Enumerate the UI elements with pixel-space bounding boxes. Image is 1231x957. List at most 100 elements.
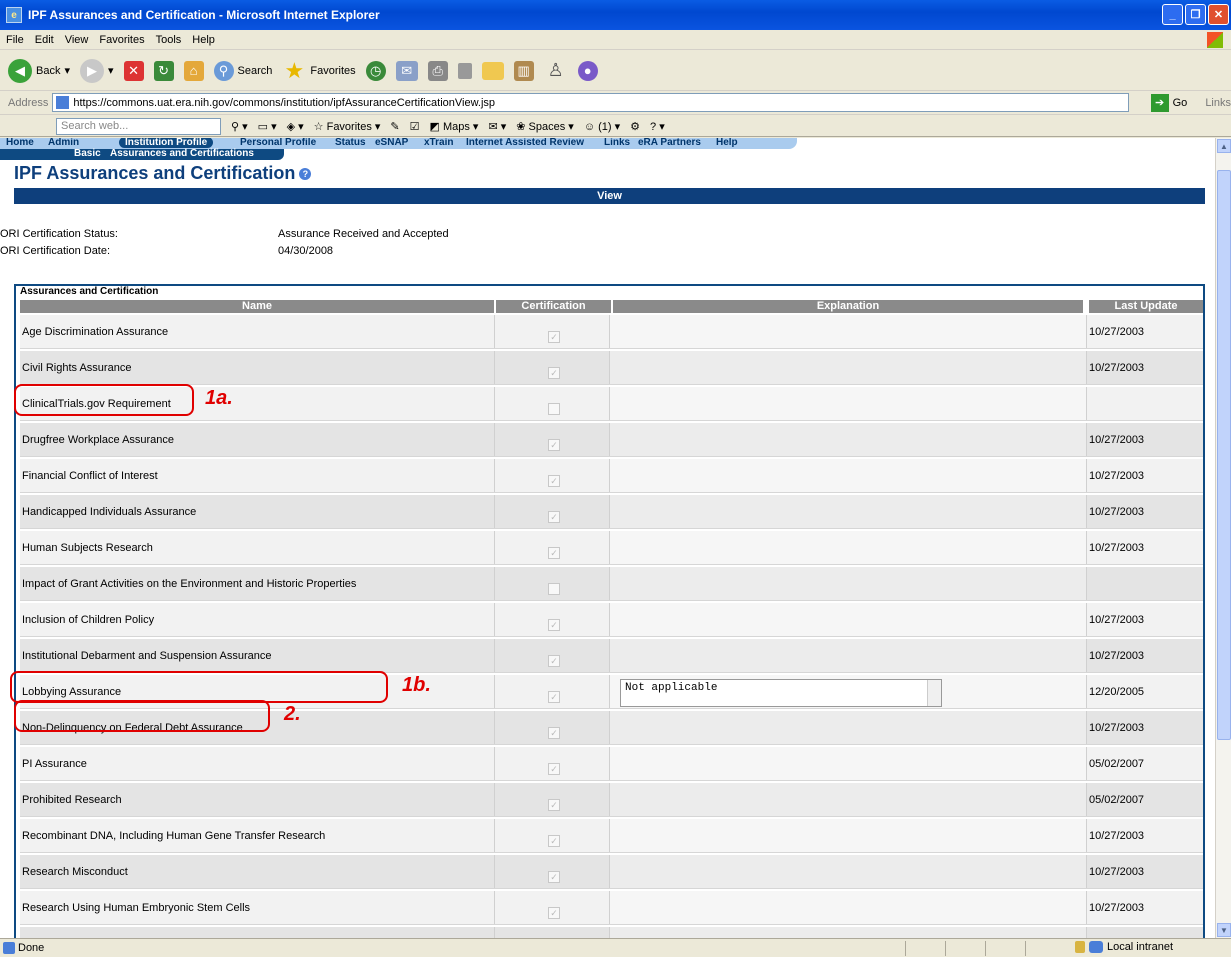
checked-checkbox-icon[interactable]: ✓ xyxy=(548,655,560,667)
checked-checkbox-icon[interactable]: ✓ xyxy=(548,475,560,487)
go-button[interactable]: ➔ Go xyxy=(1150,93,1187,112)
row-explanation-cell xyxy=(609,639,1087,672)
subnav-assurances[interactable]: Assurances and Certifications xyxy=(110,148,254,159)
address-input[interactable]: https://commons.uat.era.nih.gov/commons/… xyxy=(52,93,1129,112)
checked-checkbox-icon[interactable]: ✓ xyxy=(548,331,560,343)
favorites-button[interactable]: ★ Favorites xyxy=(282,57,356,83)
row-last-update: 10/27/2003 xyxy=(1089,326,1145,338)
nav-home[interactable]: Home xyxy=(6,138,34,148)
nav-internet-assisted-review[interactable]: Internet Assisted Review xyxy=(466,138,584,148)
checked-checkbox-icon[interactable]: ✓ xyxy=(548,763,560,775)
settings-icon[interactable]: ⚙ xyxy=(630,120,640,133)
mail-dropdown-icon[interactable]: ✉ ▾ xyxy=(488,120,506,133)
checked-checkbox-icon[interactable]: ✓ xyxy=(548,547,560,559)
links-button[interactable]: Links xyxy=(1205,97,1231,109)
forward-button[interactable]: ▶ ▾ xyxy=(80,58,114,83)
checked-checkbox-icon[interactable]: ✓ xyxy=(548,727,560,739)
row-explanation-cell xyxy=(609,855,1087,888)
checked-checkbox-icon[interactable]: ✓ xyxy=(548,439,560,451)
help-question-icon[interactable]: ? xyxy=(299,168,312,181)
toolbar-options-icon[interactable]: ▭ ▾ xyxy=(258,120,277,133)
checked-checkbox-icon[interactable]: ✓ xyxy=(548,619,560,631)
row-name: Research Misconduct xyxy=(22,866,128,878)
checked-checkbox-icon[interactable]: ✓ xyxy=(548,367,560,379)
nav-status[interactable]: Status xyxy=(335,138,366,148)
ori-date-row: ORI Certification Date: 04/30/2008 xyxy=(0,245,600,259)
menu-view[interactable]: View xyxy=(65,34,89,46)
checked-checkbox-icon[interactable]: ✓ xyxy=(548,691,560,703)
spaces-button[interactable]: ❀ Spaces ▾ xyxy=(516,120,574,133)
menu-favorites[interactable]: Favorites xyxy=(99,34,144,46)
row-explanation-cell xyxy=(609,783,1087,816)
checked-checkbox-icon[interactable]: ✓ xyxy=(548,799,560,811)
menu-help[interactable]: Help xyxy=(192,34,215,46)
row-last-update: 10/27/2003 xyxy=(1089,902,1145,914)
help-icon[interactable]: ? ▾ xyxy=(650,120,665,133)
search-button[interactable]: ⚲ Search xyxy=(213,60,272,81)
nav-esnap[interactable]: eSNAP xyxy=(375,138,408,148)
row-last-update: 05/02/2007 xyxy=(1089,758,1145,770)
home-icon[interactable]: ⌂ xyxy=(183,60,204,81)
mail-icon[interactable]: ✉ xyxy=(395,60,418,81)
menu-tools[interactable]: Tools xyxy=(156,34,182,46)
unchecked-checkbox-icon[interactable] xyxy=(548,583,560,595)
nav-links[interactable]: Links xyxy=(604,138,630,148)
subnav-basic[interactable]: Basic xyxy=(74,148,101,159)
messenger-icon[interactable]: ♙ xyxy=(544,59,568,83)
search-web-input[interactable]: Search web... xyxy=(56,117,221,135)
annotation-2: 2. xyxy=(284,703,301,725)
menu-file[interactable]: File xyxy=(6,34,24,46)
checked-checkbox-icon[interactable]: ✓ xyxy=(548,871,560,883)
go-arrow-icon: ➔ xyxy=(1150,93,1169,112)
research-icon[interactable]: ▥ xyxy=(513,60,534,81)
toolbar-favorites-button[interactable]: ☆ Favorites ▾ xyxy=(314,120,381,133)
media-icon[interactable]: ● xyxy=(577,60,598,81)
scroll-thumb[interactable] xyxy=(1217,170,1231,740)
back-button[interactable]: ◀ Back ▾ xyxy=(8,58,70,83)
toolbar-edit-icon[interactable]: ☑ xyxy=(410,120,420,133)
unchecked-checkbox-icon[interactable] xyxy=(548,403,560,415)
scroll-down-icon[interactable]: ▼ xyxy=(1217,923,1231,937)
checked-checkbox-icon[interactable]: ✓ xyxy=(548,511,560,523)
nav-era-partners[interactable]: eRA Partners xyxy=(638,138,701,148)
menu-edit[interactable]: Edit xyxy=(35,34,54,46)
nav-admin[interactable]: Admin xyxy=(48,138,79,148)
scroll-up-icon[interactable]: ▲ xyxy=(1217,139,1231,153)
row-last-update: 10/27/2003 xyxy=(1089,434,1145,446)
maps-button[interactable]: ◩ Maps ▾ xyxy=(430,120,479,133)
vertical-scrollbar[interactable]: ▲ ▼ xyxy=(1215,138,1231,938)
explanation-textarea[interactable]: Not applicable xyxy=(620,679,942,707)
close-button[interactable]: ✕ xyxy=(1208,4,1229,25)
highlight-pen-icon[interactable]: ✎ xyxy=(390,120,399,133)
col-header-explanation: Explanation xyxy=(613,300,1083,313)
row-last-update: 10/27/2003 xyxy=(1089,542,1145,554)
refresh-icon[interactable]: ↻ xyxy=(153,60,174,81)
toolbar-addon-icon[interactable]: ◈ ▾ xyxy=(287,120,304,133)
nav-help[interactable]: Help xyxy=(716,138,738,148)
minimize-button[interactable]: _ xyxy=(1162,4,1183,25)
checked-checkbox-icon[interactable]: ✓ xyxy=(548,835,560,847)
table-row: PI Assurance ✓ 05/02/2007 xyxy=(20,747,1203,781)
edit-icon[interactable] xyxy=(457,62,472,79)
favorites-star-icon: ★ xyxy=(284,57,305,83)
maximize-button[interactable]: ❐ xyxy=(1185,4,1206,25)
checked-checkbox-icon[interactable]: ✓ xyxy=(548,907,560,919)
nav-xtrain[interactable]: xTrain xyxy=(424,138,453,148)
windows-logo-icon xyxy=(1207,32,1223,48)
nav-personal-profile[interactable]: Personal Profile xyxy=(240,138,316,148)
forward-arrow-icon: ▶ xyxy=(80,58,104,83)
folder-icon[interactable] xyxy=(481,61,504,80)
messenger-count-button[interactable]: ☺ (1) ▾ xyxy=(584,120,620,133)
highlight-box-2 xyxy=(14,700,270,732)
page-content: Home Admin Institution Profile Personal … xyxy=(0,138,1215,938)
search-toolbar: Search web... ⚲ ▾ ▭ ▾ ◈ ▾ ☆ Favorites ▾ … xyxy=(0,116,1231,137)
row-last-update: 10/27/2003 xyxy=(1089,362,1145,374)
print-icon[interactable]: ⎙ xyxy=(427,60,448,81)
row-explanation-cell xyxy=(609,747,1087,780)
history-icon[interactable]: ◷ xyxy=(365,60,386,81)
textarea-scrollbar[interactable] xyxy=(927,680,941,706)
search-go-icon[interactable]: ⚲ ▾ xyxy=(231,120,248,133)
nav-institution-profile[interactable]: Institution Profile xyxy=(119,138,214,148)
row-explanation-cell xyxy=(609,315,1087,348)
stop-icon[interactable]: ✕ xyxy=(123,60,144,81)
